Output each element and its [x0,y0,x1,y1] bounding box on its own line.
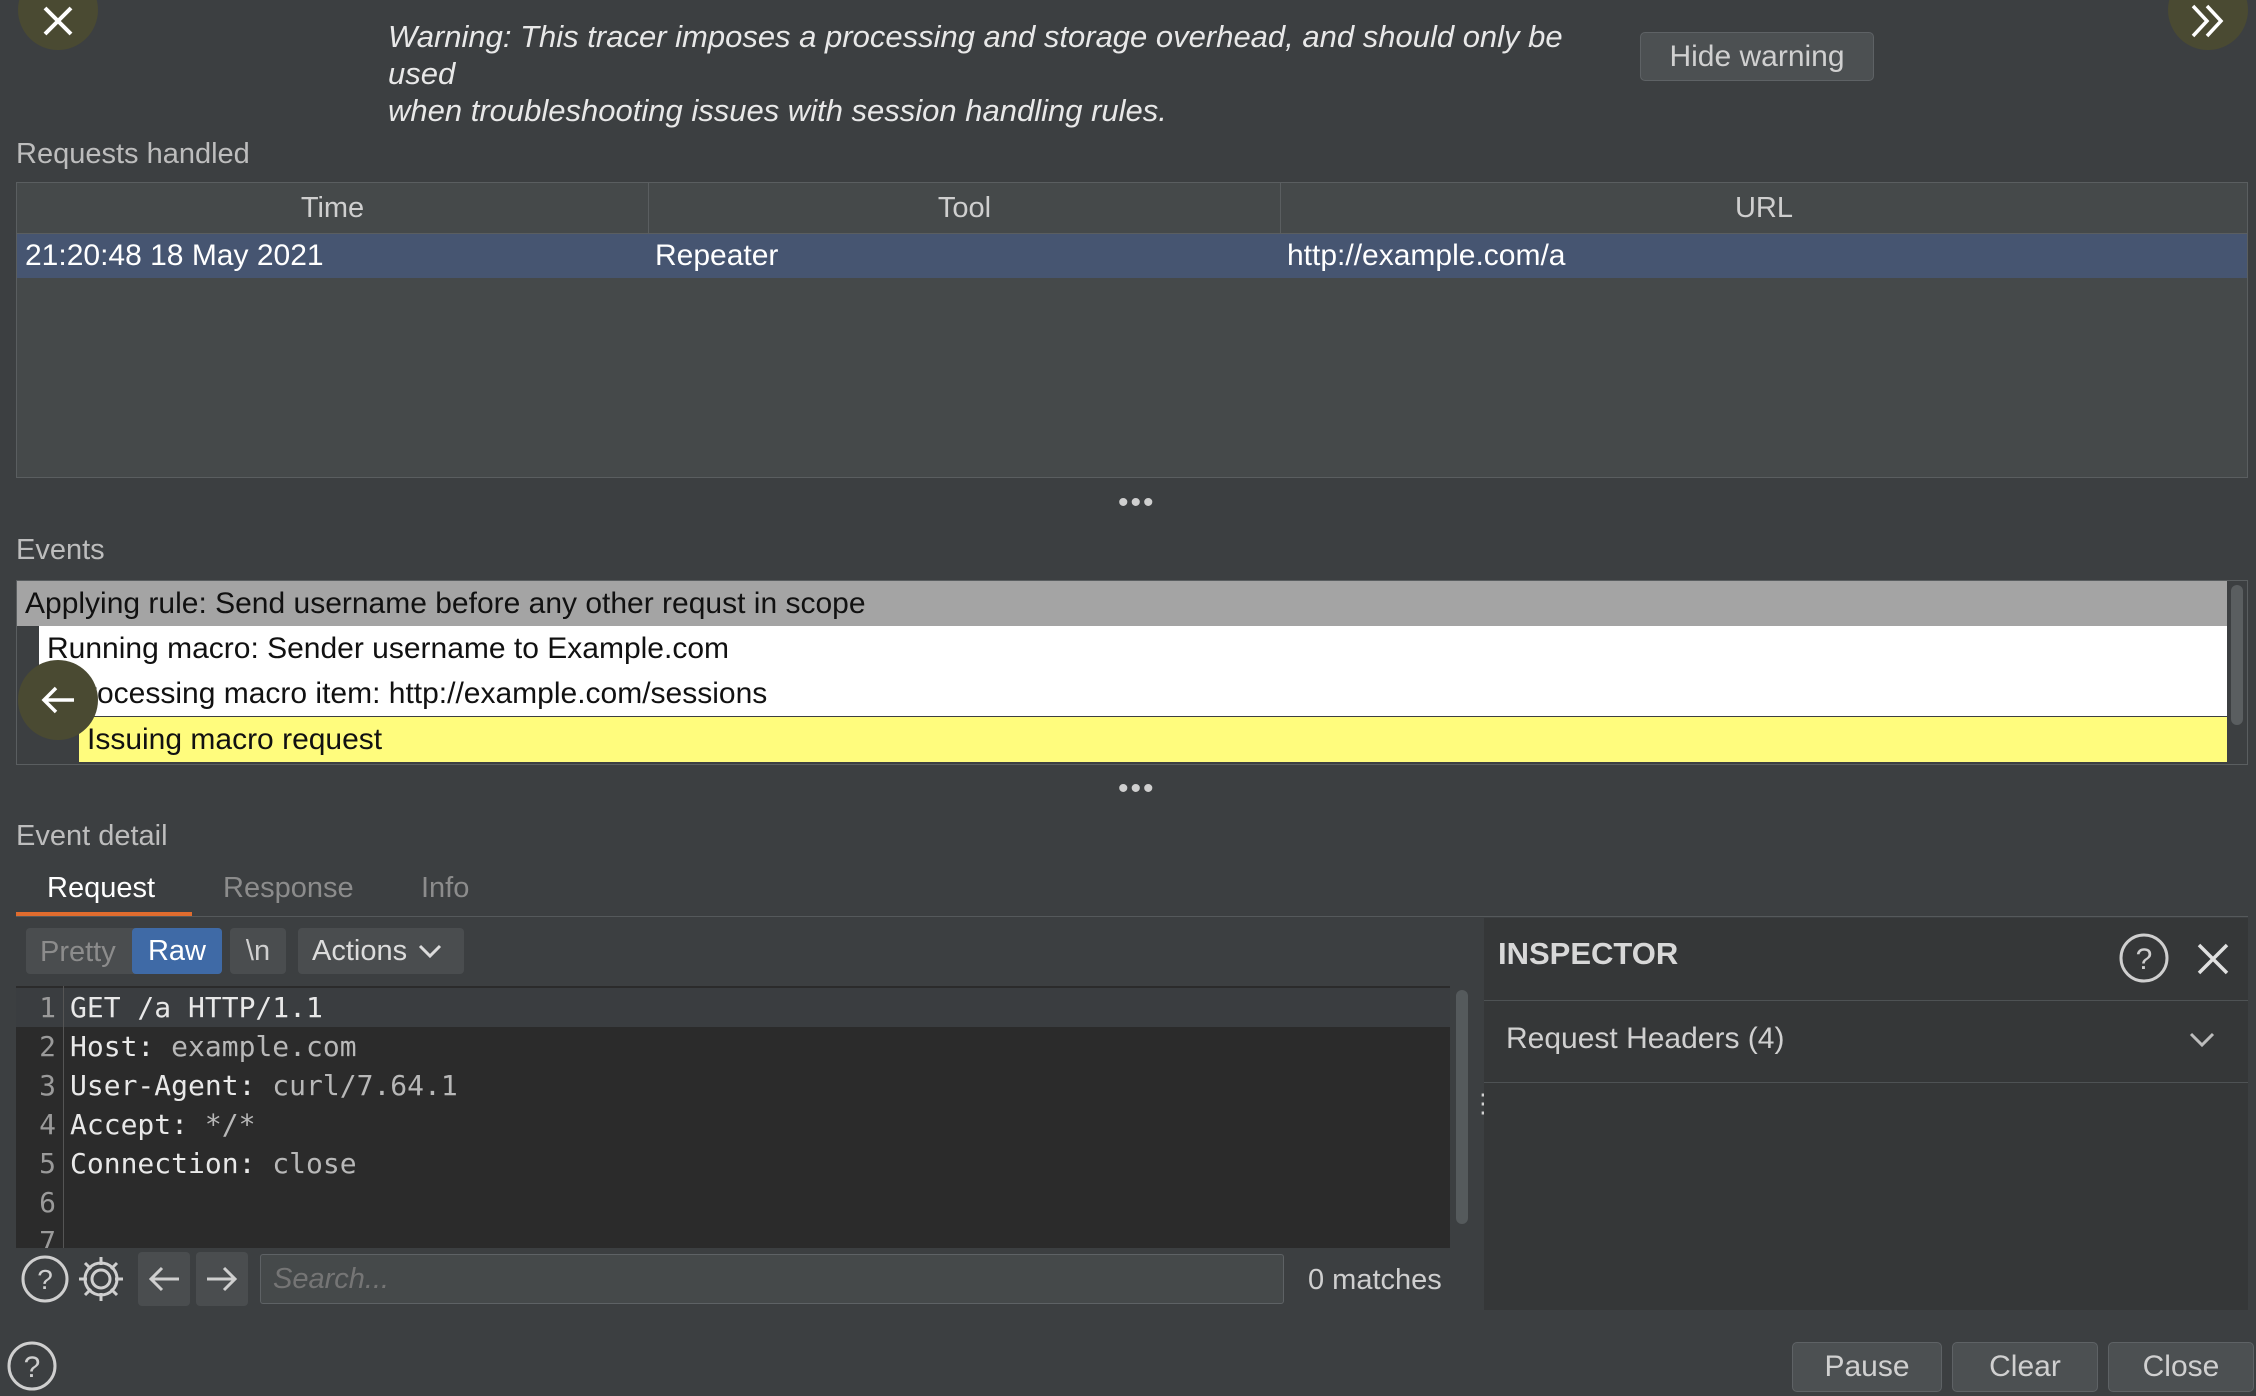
line-number: 3 [39,1069,56,1102]
line-key: User-Agent: [70,1069,256,1102]
row-time: 21:20:48 18 May 2021 [25,239,324,272]
newline-toggle[interactable]: \n [230,928,286,974]
events-label: Events [16,534,105,566]
line-key: Connection: [70,1147,256,1180]
line-value: */* [188,1108,256,1141]
tabs-divider [16,916,2248,917]
back-overlay-button[interactable] [18,660,98,740]
chevron-down-icon [2189,1032,2215,1048]
pretty-toggle[interactable]: Pretty [40,936,116,969]
hide-warning-button[interactable]: Hide warning [1640,32,1874,81]
editor-gutter-divider [63,986,64,1248]
match-count: 0 matches [1308,1264,1442,1296]
line-value: close [255,1147,357,1180]
line-number: 1 [39,991,56,1024]
events-list: Applying rule: Send username before any … [16,580,2248,765]
arrow-left-icon [148,1266,179,1292]
editor-line: 4 Accept: */* [16,1105,1450,1144]
tab-info[interactable]: Info [421,872,469,905]
column-header-url[interactable]: URL [1281,183,2247,233]
line-key: Host: [70,1030,155,1063]
request-headers-label: Request Headers (4) [1506,1022,1785,1055]
line-number: 4 [39,1108,56,1141]
inspector-panel: INSPECTOR ? Request Headers (4) [1484,918,2248,1310]
line-number: 2 [39,1030,56,1063]
warning-line-1: Warning: This tracer imposes a processin… [388,19,1563,91]
forward-overlay-button[interactable] [2168,0,2248,50]
close-overlay-button[interactable] [18,0,98,50]
raw-toggle[interactable]: Raw [132,928,222,974]
column-header-time[interactable]: Time [17,183,649,233]
request-editor[interactable]: 1 GET /a HTTP/1.1 2 Host: example.com 3 … [16,986,1450,1248]
pause-button[interactable]: Pause [1792,1342,1942,1392]
tab-response[interactable]: Response [223,872,354,905]
newline-toggle-label: \n [245,934,271,967]
editor-line: 6 [16,1183,1450,1222]
gear-icon[interactable] [76,1254,126,1304]
svg-text:?: ? [2136,943,2153,976]
line-number: 6 [39,1186,56,1219]
help-icon[interactable]: ? [2118,932,2170,984]
event-macro[interactable]: Running macro: Sender username to Exampl… [39,626,2227,671]
svg-text:?: ? [37,1264,53,1295]
actions-dropdown[interactable]: Actions [298,928,464,974]
line-key: GET /a HTTP/1.1 [70,991,323,1024]
event-macro-request[interactable]: Issuing macro request [79,717,2227,762]
column-header-tool[interactable]: Tool [649,183,1281,233]
clear-button[interactable]: Clear [1952,1342,2098,1392]
events-scrollbar[interactable] [2231,585,2243,725]
close-icon [43,6,73,36]
line-value: curl/7.64.1 [255,1069,458,1102]
next-match-button[interactable] [196,1252,248,1306]
editor-line: 5 Connection: close [16,1144,1450,1183]
inspector-title: INSPECTOR [1498,936,1679,971]
table-row[interactable] [17,234,2247,278]
line-value: example.com [154,1030,357,1063]
search-input[interactable] [260,1254,1284,1304]
pane-resize-handle[interactable]: ⋮ [1470,1090,1496,1132]
double-chevron-right-icon [2191,4,2224,38]
raw-toggle-label: Raw [147,934,206,967]
inspector-divider [1484,1000,2248,1001]
editor-line: 7 [16,1222,1450,1248]
svg-text:?: ? [24,1351,41,1384]
inspector-divider [1484,1082,2248,1083]
line-key: Accept: [70,1108,189,1141]
warning-text: Warning: This tracer imposes a processin… [388,18,1608,129]
help-icon[interactable]: ? [20,1254,70,1304]
arrow-right-icon [207,1266,238,1292]
event-rule[interactable]: Applying rule: Send username before any … [17,581,2227,626]
chevron-down-icon [419,944,442,959]
row-tool: Repeater [655,239,779,272]
editor-line: 1 GET /a HTTP/1.1 [16,988,1450,1027]
editor-line: 3 User-Agent: curl/7.64.1 [16,1066,1450,1105]
requests-handled-label: Requests handled [16,138,250,170]
tab-request[interactable]: Request [47,872,155,905]
help-icon[interactable]: ? [6,1340,58,1392]
splitter-handle-1[interactable]: ••• [1118,486,1156,520]
requests-table: Time Tool URL 21:20:48 18 May 2021 Repea… [16,182,2248,478]
splitter-handle-2[interactable]: ••• [1118,772,1156,806]
arrow-left-icon [41,686,74,714]
actions-label: Actions [312,934,408,967]
request-headers-section[interactable]: Request Headers (4) [1484,1002,2248,1080]
event-macro-item[interactable]: Processing macro item: http://example.co… [59,671,2227,716]
close-icon[interactable] [2196,942,2230,976]
previous-match-button[interactable] [138,1252,190,1306]
line-number: 5 [39,1147,56,1180]
editor-line: 2 Host: example.com [16,1027,1450,1066]
close-button[interactable]: Close [2108,1342,2254,1392]
row-url: http://example.com/a [1287,239,1566,272]
warning-line-2: when troubleshooting issues with session… [388,93,1167,128]
editor-scrollbar-thumb[interactable] [1456,990,1468,1224]
event-detail-label: Event detail [16,820,168,852]
line-number: 7 [39,1225,56,1248]
